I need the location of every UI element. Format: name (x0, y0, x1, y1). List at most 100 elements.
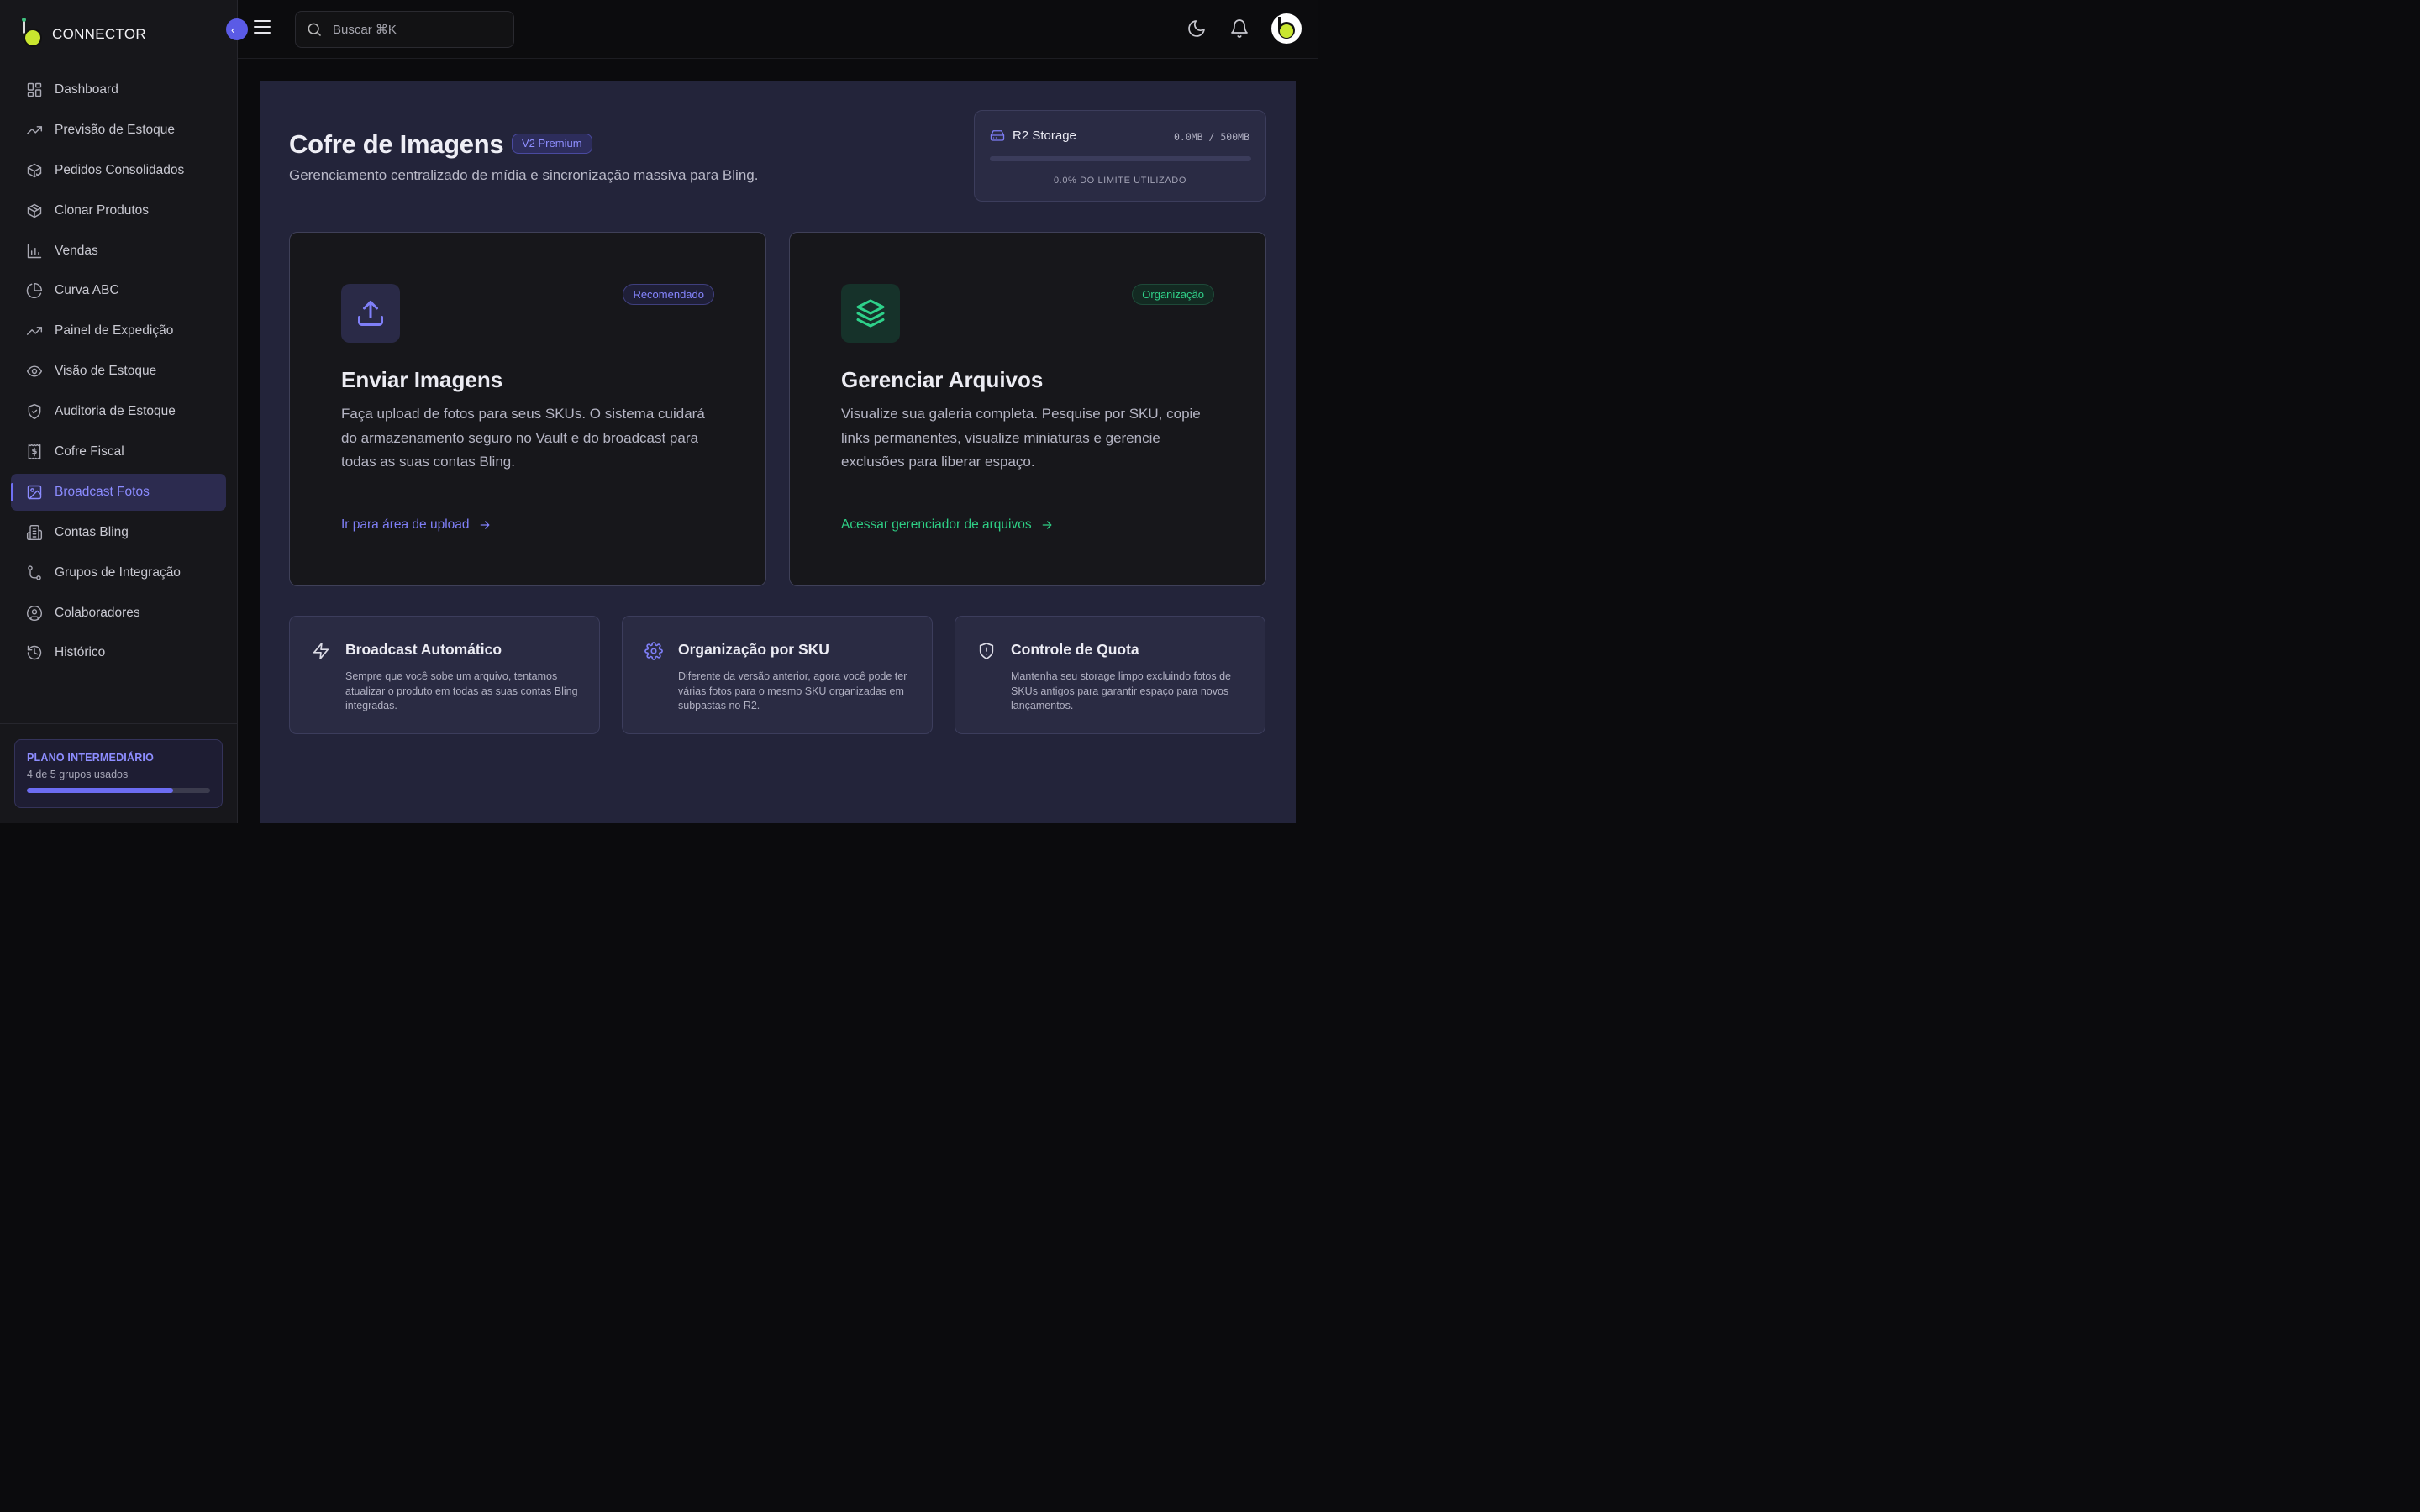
search-input[interactable] (333, 22, 492, 37)
hard-drive-icon (990, 128, 1005, 143)
sidebar-item-previsao-estoque[interactable]: Previsão de Estoque (11, 112, 226, 149)
receipt-icon (28, 444, 41, 460)
notifications-button[interactable] (1229, 18, 1249, 39)
feature-title: Controle de Quota (1011, 641, 1139, 658)
plan-progress-bar (27, 788, 210, 793)
manage-card-title: Gerenciar Arquivos (841, 367, 1044, 392)
sidebar-item-label: Visão de Estoque (55, 364, 157, 379)
sidebar-item-dashboard[interactable]: Dashboard (11, 71, 226, 108)
search-box[interactable] (295, 11, 514, 48)
upload-card-description: Faça upload de fotos para seus SKUs. O s… (341, 406, 705, 470)
collapse-sidebar-button[interactable]: ‹ (226, 18, 248, 40)
storage-progress-bar (990, 156, 1251, 161)
sidebar-item-label: Auditoria de Estoque (55, 404, 176, 419)
premium-badge: V2 Premium (512, 134, 592, 154)
sidebar-item-label: Grupos de Integração (55, 564, 181, 580)
user-circle-icon (26, 605, 43, 621)
sidebar-nav: Dashboard Previsão de Estoque Pedidos Co… (11, 71, 226, 675)
bar-chart-icon (27, 244, 42, 258)
package-check-icon (27, 163, 42, 177)
building-icon (26, 524, 43, 540)
git-branch-icon (28, 565, 41, 580)
zap-icon (312, 642, 332, 662)
box-icon (27, 203, 42, 218)
topbar (238, 0, 1318, 59)
sidebar-item-historico[interactable]: Histórico (11, 634, 226, 671)
feature-controle-quota: Controle de Quota Mantenha seu storage l… (955, 616, 1265, 734)
sidebar-item-colaboradores[interactable]: Colaboradores (11, 595, 226, 632)
storage-usage: 0.0MB / 500MB (1173, 131, 1249, 143)
arrow-right-icon (480, 521, 489, 529)
sidebar-item-label: Pedidos Consolidados (55, 162, 185, 177)
feature-broadcast-automatico: Broadcast Automático Sempre que você sob… (289, 616, 600, 734)
main-content: Cofre de Imagens V2 Premium Gerenciament… (260, 81, 1296, 823)
storage-percent-label: 0.0% DO LIMITE UTILIZADO (1053, 176, 1187, 186)
sidebar-item-visao-estoque[interactable]: Visão de Estoque (11, 353, 226, 390)
plan-title: PLANO INTERMEDIÁRIO (27, 752, 155, 764)
shield-alert-icon (977, 642, 997, 662)
bell-icon (1231, 19, 1248, 38)
plan-card[interactable]: PLANO INTERMEDIÁRIO 4 de 5 grupos usados (14, 739, 223, 808)
sidebar-item-clonar-produtos[interactable]: Clonar Produtos (11, 192, 226, 229)
storage-title: R2 Storage (1013, 129, 1076, 143)
sidebar-item-broadcast-fotos[interactable]: Broadcast Fotos (11, 473, 226, 511)
upload-area-link[interactable]: Ir para área de upload (341, 517, 492, 533)
feature-description: Diferente da versão anterior, agora você… (678, 670, 908, 711)
sidebar-item-label: Colaboradores (55, 605, 140, 620)
avatar[interactable] (1271, 13, 1302, 44)
brand[interactable]: CONNECTOR (20, 15, 146, 49)
sidebar-item-vendas[interactable]: Vendas (11, 233, 226, 270)
arrow-right-icon (1042, 521, 1051, 529)
layers-icon (841, 284, 900, 343)
sidebar: CONNECTOR Dashboard Previsão de Estoque … (0, 0, 238, 823)
gear-icon (644, 642, 665, 662)
file-manager-link-label: Acessar gerenciador de arquivos (841, 517, 1032, 532)
feature-organizacao-sku: Organização por SKU Diferente da versão … (622, 616, 933, 734)
feature-title: Organização por SKU (678, 641, 829, 658)
dashboard-grid-icon (27, 82, 42, 97)
history-icon (27, 646, 42, 660)
sidebar-item-grupos-integracao[interactable]: Grupos de Integração (11, 554, 226, 591)
sidebar-item-label: Previsão de Estoque (55, 122, 176, 137)
sidebar-item-curva-abc[interactable]: Curva ABC (11, 272, 226, 309)
upload-icon (341, 284, 400, 343)
sidebar-item-auditoria-estoque[interactable]: Auditoria de Estoque (11, 393, 226, 430)
eye-icon (26, 365, 43, 377)
sidebar-item-label: Dashboard (55, 82, 118, 97)
connector-logo-icon (20, 18, 44, 47)
trending-up-icon (26, 126, 43, 134)
sidebar-item-label: Painel de Expedição (55, 323, 174, 339)
sidebar-item-label: Curva ABC (55, 283, 119, 298)
page-subtitle: Gerenciamento centralizado de mídia e si… (289, 167, 759, 183)
sidebar-item-label: Histórico (55, 645, 106, 660)
brand-name: CONNECTOR (52, 26, 146, 42)
manage-card-description: Visualize sua galeria completa. Pesquise… (841, 406, 1201, 470)
sidebar-item-pedidos-consolidados[interactable]: Pedidos Consolidados (11, 152, 226, 189)
sidebar-item-label: Contas Bling (55, 524, 129, 539)
plan-usage: 4 de 5 grupos usados (27, 769, 129, 780)
sidebar-item-contas-bling[interactable]: Contas Bling (11, 514, 226, 551)
file-manager-link[interactable]: Acessar gerenciador de arquivos (841, 517, 1054, 533)
theme-toggle-button[interactable] (1186, 18, 1207, 39)
chevron-left-icon: ‹ (231, 23, 235, 36)
trending-up-icon (26, 327, 43, 336)
shield-check-icon (28, 404, 41, 420)
moon-icon (1188, 20, 1205, 37)
sidebar-item-label: Vendas (55, 243, 98, 258)
page-title: Cofre de Imagens (289, 129, 504, 159)
sidebar-item-cofre-fiscal[interactable]: Cofre Fiscal (11, 433, 226, 470)
manage-files-card[interactable]: Organização Gerenciar Arquivos Visualize… (789, 232, 1266, 586)
pie-chart-icon (26, 283, 43, 299)
sidebar-item-label: Cofre Fiscal (55, 444, 124, 459)
sidebar-item-painel-expedicao[interactable]: Painel de Expedição (11, 312, 226, 349)
sidebar-item-label: Broadcast Fotos (55, 484, 150, 499)
feature-description: Mantenha seu storage limpo excluindo fot… (1011, 670, 1231, 711)
plan-progress-fill (27, 788, 174, 793)
search-icon (308, 23, 322, 37)
organization-badge: Organização (1132, 284, 1214, 305)
menu-icon[interactable] (254, 20, 271, 37)
sidebar-divider (0, 723, 238, 724)
recommended-badge: Recomendado (623, 284, 714, 305)
upload-card[interactable]: Recomendado Enviar Imagens Faça upload d… (289, 232, 766, 586)
sidebar-item-label: Clonar Produtos (55, 202, 150, 218)
